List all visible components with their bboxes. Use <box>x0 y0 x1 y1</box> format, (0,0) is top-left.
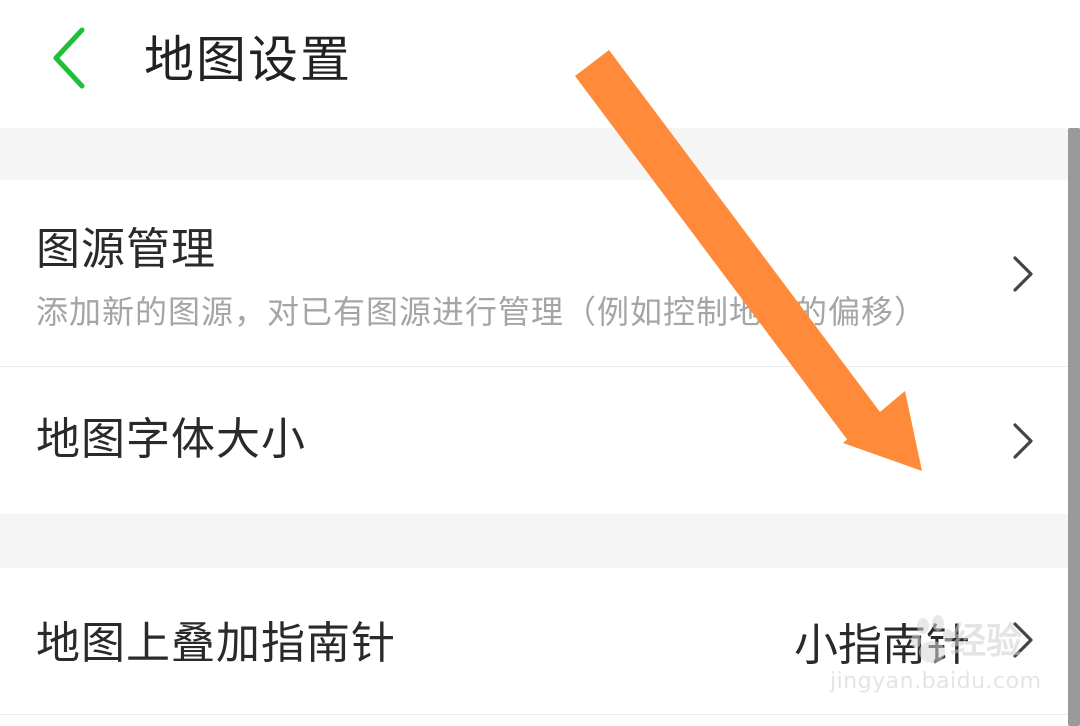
section-spacer <box>0 128 1080 180</box>
chevron-left-icon <box>53 27 85 89</box>
chevron-right-icon <box>1013 622 1033 658</box>
item-title: 图源管理 <box>36 224 216 275</box>
item-description: 添加新的图源，对已有图源进行管理（例如控制地图的偏移） <box>36 293 928 331</box>
chevron-right-icon <box>1013 423 1033 459</box>
back-button[interactable] <box>40 22 100 94</box>
map-settings-screen: 地图设置 图源管理 添加新的图源，对已有图源进行管理（例如控制地图的偏移） 地图… <box>0 0 1080 726</box>
scrollbar[interactable] <box>1068 128 1080 726</box>
top-bar: 地图设置 <box>0 0 1080 128</box>
item-title: 地图上叠加指南针 <box>36 618 396 669</box>
item-title: 地图字体大小 <box>36 414 306 465</box>
page-title: 地图设置 <box>144 31 352 89</box>
tile-source-management-item[interactable]: 图源管理 添加新的图源，对已有图源进行管理（例如控制地图的偏移） <box>0 180 1080 366</box>
map-compass-overlay-item[interactable]: 地图上叠加指南针 小指南针 <box>0 568 1080 714</box>
divider <box>0 714 1080 715</box>
map-font-size-item[interactable]: 地图字体大小 <box>0 367 1080 514</box>
section-spacer <box>0 514 1080 568</box>
item-value: 小指南针 <box>794 620 970 671</box>
chevron-right-icon <box>1013 256 1033 292</box>
